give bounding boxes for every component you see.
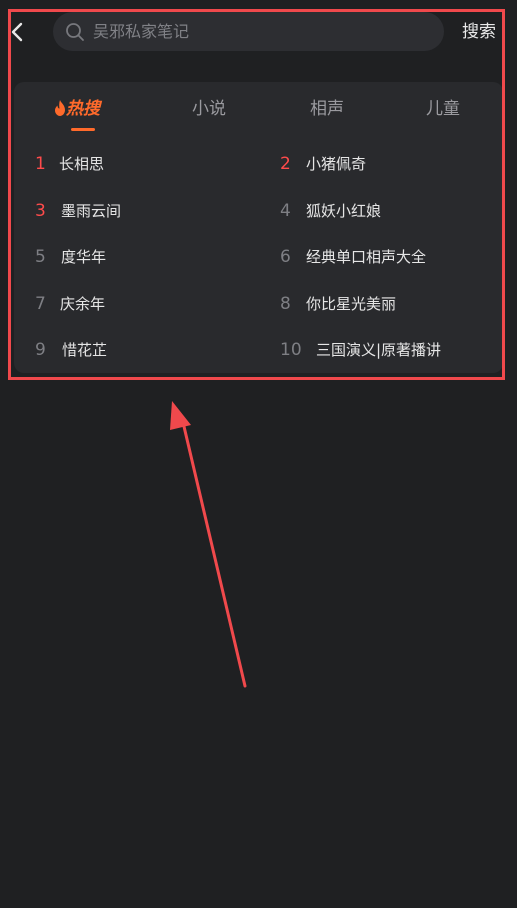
- tab-hot-label: 热搜: [66, 99, 100, 119]
- title-4: 狐妖小红娘: [306, 202, 382, 220]
- rank-5: 5: [35, 247, 46, 267]
- rank-4: 4: [280, 201, 291, 221]
- title-8: 你比星光美丽: [306, 295, 397, 313]
- hot-item-4[interactable]: 4 狐妖小红娘: [280, 196, 381, 226]
- title-3: 墨雨云间: [61, 202, 122, 220]
- title-5: 度华年: [61, 248, 107, 266]
- search-button[interactable]: 搜索: [462, 18, 496, 46]
- category-tabs: 热搜 小说 相声 儿童: [14, 82, 503, 138]
- hot-item-7[interactable]: 7 庆余年: [35, 289, 105, 319]
- hot-item-6[interactable]: 6 经典单口相声大全: [280, 242, 426, 272]
- hot-item-5[interactable]: 5 度华年: [35, 242, 106, 272]
- tab-crosstalk[interactable]: 相声: [310, 96, 344, 122]
- rank-10: 10: [280, 340, 302, 360]
- rank-9: 9: [35, 340, 46, 360]
- chevron-left-icon: [11, 22, 23, 42]
- title-7: 庆余年: [60, 295, 106, 313]
- tab-children[interactable]: 儿童: [426, 96, 460, 122]
- active-tab-indicator: [71, 128, 95, 131]
- back-button[interactable]: [4, 18, 30, 46]
- hot-item-8[interactable]: 8 你比星光美丽: [280, 289, 396, 319]
- top-bar: 搜索: [0, 0, 517, 64]
- search-icon: [66, 22, 84, 41]
- rank-1: 1: [35, 154, 46, 174]
- hot-item-2[interactable]: 2 小猪佩奇: [280, 149, 366, 179]
- hot-item-9[interactable]: 9 惜花芷: [35, 335, 107, 365]
- title-1: 长相思: [59, 155, 105, 173]
- search-input[interactable]: [91, 21, 395, 42]
- title-2: 小猪佩奇: [306, 155, 367, 173]
- title-6: 经典单口相声大全: [306, 248, 427, 266]
- title-9: 惜花芷: [62, 341, 108, 359]
- hot-search-panel: 热搜 小说 相声 儿童 1 长相思 3 墨雨云间 5 度华年 7 庆余年 9 惜…: [14, 82, 503, 373]
- tab-novel[interactable]: 小说: [192, 96, 226, 122]
- flame-icon: [55, 100, 65, 116]
- title-10: 三国演义|原著播讲: [316, 341, 442, 359]
- rank-2: 2: [280, 154, 291, 174]
- rank-6: 6: [280, 247, 291, 267]
- hot-item-10[interactable]: 10 三国演义|原著播讲: [280, 335, 441, 365]
- rank-7: 7: [35, 294, 46, 314]
- hot-item-1[interactable]: 1 长相思: [35, 149, 104, 179]
- hot-item-3[interactable]: 3 墨雨云间: [35, 196, 121, 226]
- rank-8: 8: [280, 294, 291, 314]
- rank-3: 3: [35, 201, 46, 221]
- search-box[interactable]: [53, 12, 444, 51]
- tab-hot[interactable]: 热搜: [54, 96, 100, 122]
